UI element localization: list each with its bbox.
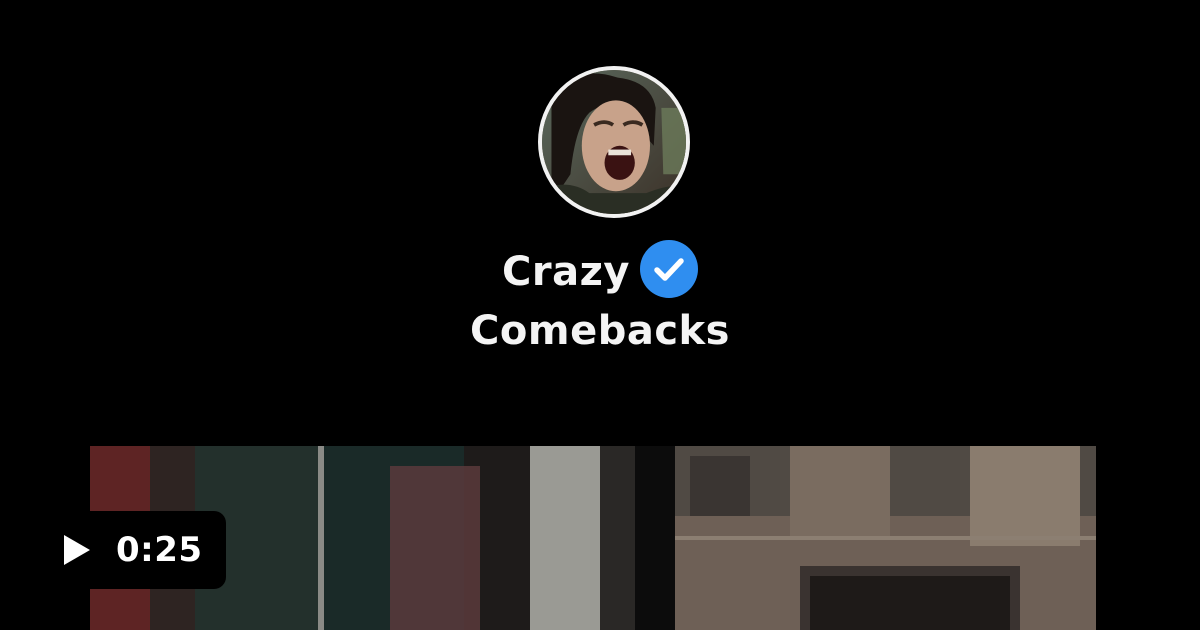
duration-badge[interactable]: 0:25 — [36, 511, 226, 589]
play-icon[interactable] — [64, 535, 90, 565]
channel-name-line2: Comebacks — [470, 308, 730, 354]
avatar — [538, 66, 690, 218]
verified-check-icon — [639, 240, 698, 298]
channel-name-line1: Crazy — [0, 240, 1200, 298]
video-preview-frame — [90, 446, 1096, 630]
duration-text: 0:25 — [116, 530, 203, 570]
avatar-image — [542, 70, 686, 214]
video-thumbnail[interactable]: Crazy Comebacks 0:25 — [0, 0, 1200, 630]
channel-name-first: Crazy — [502, 249, 630, 295]
